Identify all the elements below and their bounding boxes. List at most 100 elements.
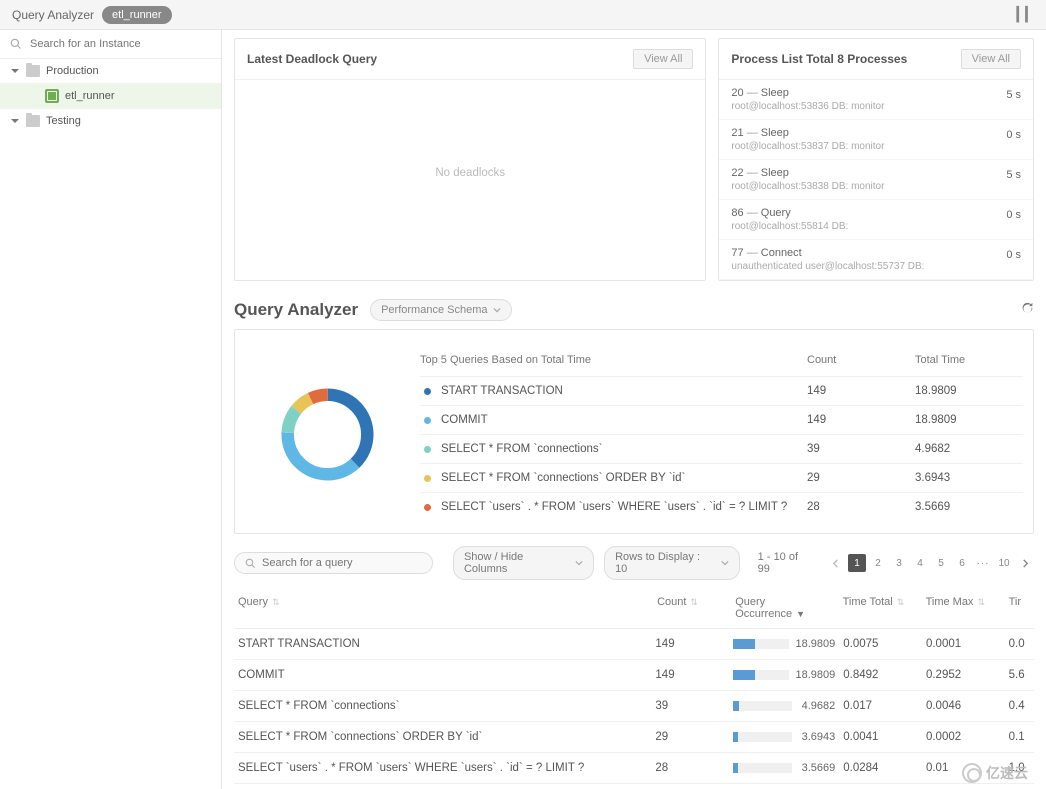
main: Latest Deadlock Query View All No deadlo… xyxy=(222,30,1046,789)
cell-extra: 0.0 xyxy=(1005,638,1034,650)
process-line2: unauthenticated user@localhost:55737 DB: xyxy=(731,261,1006,272)
hdr-time-total[interactable]: Time Total⇅ xyxy=(839,596,922,620)
top5-row[interactable]: SELECT * FROM `connections` ORDER BY `id… xyxy=(420,463,1023,492)
process-line2: root@localhost:53838 DB: monitor xyxy=(731,181,1006,192)
topbar-title: Query Analyzer xyxy=(12,8,94,22)
sidebar-search-input[interactable] xyxy=(30,38,211,50)
legend-dot-icon xyxy=(424,504,431,511)
cell-occurrence: 18.9809 xyxy=(733,669,835,681)
cell-occurrence: 18.9809 xyxy=(733,638,835,650)
top5-count: 29 xyxy=(807,472,915,484)
sidebar-item-folder[interactable]: Testing xyxy=(0,109,221,133)
table-row[interactable]: SELECT `connection_id` , MIN ( `created_… xyxy=(234,784,1034,789)
cell-time-total: 0.8492 xyxy=(839,669,922,681)
folder-icon xyxy=(26,115,40,127)
topbar-instance-pill[interactable]: etl_runner xyxy=(102,6,172,24)
table-row[interactable]: SELECT * FROM `connections` ORDER BY `id… xyxy=(234,722,1034,753)
top5-time: 18.9809 xyxy=(915,414,1023,426)
sidebar-item-folder[interactable]: Production xyxy=(0,59,221,83)
hdr-extra[interactable]: Tir xyxy=(1005,596,1034,620)
pager-page[interactable]: 1 xyxy=(848,554,866,572)
table-row[interactable]: COMMIT14918.98090.84920.29525.6 xyxy=(234,660,1034,691)
query-search[interactable] xyxy=(234,552,433,574)
process-item[interactable]: 21 — Sleeproot@localhost:53837 DB: monit… xyxy=(719,120,1033,160)
top5-time: 3.6943 xyxy=(915,472,1023,484)
process-item[interactable]: 77 — Connectunauthenticated user@localho… xyxy=(719,240,1033,280)
top5-query: COMMIT xyxy=(441,414,488,426)
legend-dot-icon xyxy=(424,446,431,453)
pager-next[interactable] xyxy=(1016,554,1034,572)
chevron-right-icon xyxy=(1021,559,1030,568)
cell-occurrence: 3.6943 xyxy=(733,731,835,743)
top5-row[interactable]: START TRANSACTION14918.9809 xyxy=(420,376,1023,405)
top5-query: SELECT * FROM `connections` xyxy=(441,443,602,455)
pager-page[interactable]: 6 xyxy=(953,554,971,572)
sidebar-item-instance[interactable]: etl_runner xyxy=(0,83,221,109)
search-icon xyxy=(10,38,22,50)
pager-page[interactable]: 5 xyxy=(932,554,950,572)
process-viewall-button[interactable]: View All xyxy=(961,49,1021,69)
cell-time-max: 0.0001 xyxy=(922,638,1005,650)
cell-query: SELECT `users` . * FROM `users` WHERE `u… xyxy=(234,762,651,774)
legend-dot-icon xyxy=(424,417,431,424)
top5-query: START TRANSACTION xyxy=(441,385,563,397)
cell-time-total: 0.0041 xyxy=(839,731,922,743)
deadlock-title: Latest Deadlock Query xyxy=(247,52,633,66)
pause-icon[interactable]: ▎▎ xyxy=(1016,6,1034,23)
cell-time-total: 0.017 xyxy=(839,700,922,712)
top5-row[interactable]: COMMIT14918.9809 xyxy=(420,405,1023,434)
process-line1: 20 — Sleep xyxy=(731,87,1006,99)
query-search-input[interactable] xyxy=(262,557,422,569)
pager-page[interactable]: 2 xyxy=(869,554,887,572)
process-line2: root@localhost:53836 DB: monitor xyxy=(731,101,1006,112)
cell-count: 149 xyxy=(651,669,729,681)
sidebar: Production etl_runner Testing xyxy=(0,30,222,789)
process-line1: 22 — Sleep xyxy=(731,167,1006,179)
cell-extra: 5.6 xyxy=(1005,669,1034,681)
pager-page[interactable]: 3 xyxy=(890,554,908,572)
hdr-query[interactable]: Query⇅ xyxy=(234,596,653,620)
watermark-text: 亿速云 xyxy=(986,763,1028,783)
hdr-count[interactable]: Count⇅ xyxy=(653,596,731,620)
watermark-logo-icon xyxy=(962,763,982,783)
process-item[interactable]: 22 — Sleep root@localhost:53838 DB: monit… xyxy=(719,160,1033,200)
process-line1: 21 — Sleep xyxy=(731,127,1006,139)
table-row[interactable]: START TRANSACTION149 18.9809 0.00750.00010… xyxy=(234,629,1034,660)
process-time: 0 s xyxy=(1006,127,1021,141)
show-hide-columns-button[interactable]: Show / Hide Columns xyxy=(453,546,594,580)
chevron-down-icon xyxy=(10,116,20,126)
pager-range: 1 - 10 of 99 xyxy=(758,551,813,575)
process-item[interactable]: 20 — Sleep root@localhost:53836 DB: monit… xyxy=(719,80,1033,120)
source-dropdown[interactable]: Performance Schema xyxy=(370,299,512,321)
hdr-occurrence[interactable]: Query Occurrence▼ xyxy=(731,596,838,620)
top5-count: 39 xyxy=(807,443,915,455)
top5-header: Top 5 Queries Based on Total Time xyxy=(420,354,807,366)
deadlock-viewall-button[interactable]: View All xyxy=(633,49,693,69)
pager-page[interactable]: 4 xyxy=(911,554,929,572)
process-time: 5 s xyxy=(1006,167,1021,181)
process-item[interactable]: 86 — Queryroot@localhost:55814 DB:0 s xyxy=(719,200,1033,240)
rows-display-button[interactable]: Rows to Display : 10 xyxy=(604,546,740,580)
top5-row[interactable]: SELECT `users` . * FROM `users` WHERE `u… xyxy=(420,492,1023,521)
process-title: Process List Total 8 Processes xyxy=(731,52,960,66)
pager-page[interactable]: 10 xyxy=(995,554,1013,572)
table-row[interactable]: SELECT `users` . * FROM `users` WHERE `u… xyxy=(234,753,1034,784)
search-icon xyxy=(245,558,256,569)
process-time: 0 s xyxy=(1006,247,1021,261)
hdr-time-max[interactable]: Time Max⇅ xyxy=(922,596,1005,620)
cell-query: START TRANSACTION xyxy=(234,638,651,650)
sidebar-search[interactable] xyxy=(0,30,221,59)
cell-count: 39 xyxy=(651,700,729,712)
cell-occurrence: 3.5669 xyxy=(733,762,835,774)
pager-prev[interactable] xyxy=(827,554,845,572)
cell-time-total: 0.0075 xyxy=(839,638,922,650)
chevron-down-icon xyxy=(575,559,583,567)
table-row[interactable]: SELECT * FROM `connections`394.96820.017… xyxy=(234,691,1034,722)
refresh-icon[interactable] xyxy=(1021,302,1034,318)
chevron-down-icon xyxy=(10,66,20,76)
cell-count: 149 xyxy=(651,638,729,650)
chevron-left-icon xyxy=(832,559,841,568)
process-time: 0 s xyxy=(1006,207,1021,221)
tree-label: etl_runner xyxy=(65,90,115,102)
top5-row[interactable]: SELECT * FROM `connections`394.9682 xyxy=(420,434,1023,463)
